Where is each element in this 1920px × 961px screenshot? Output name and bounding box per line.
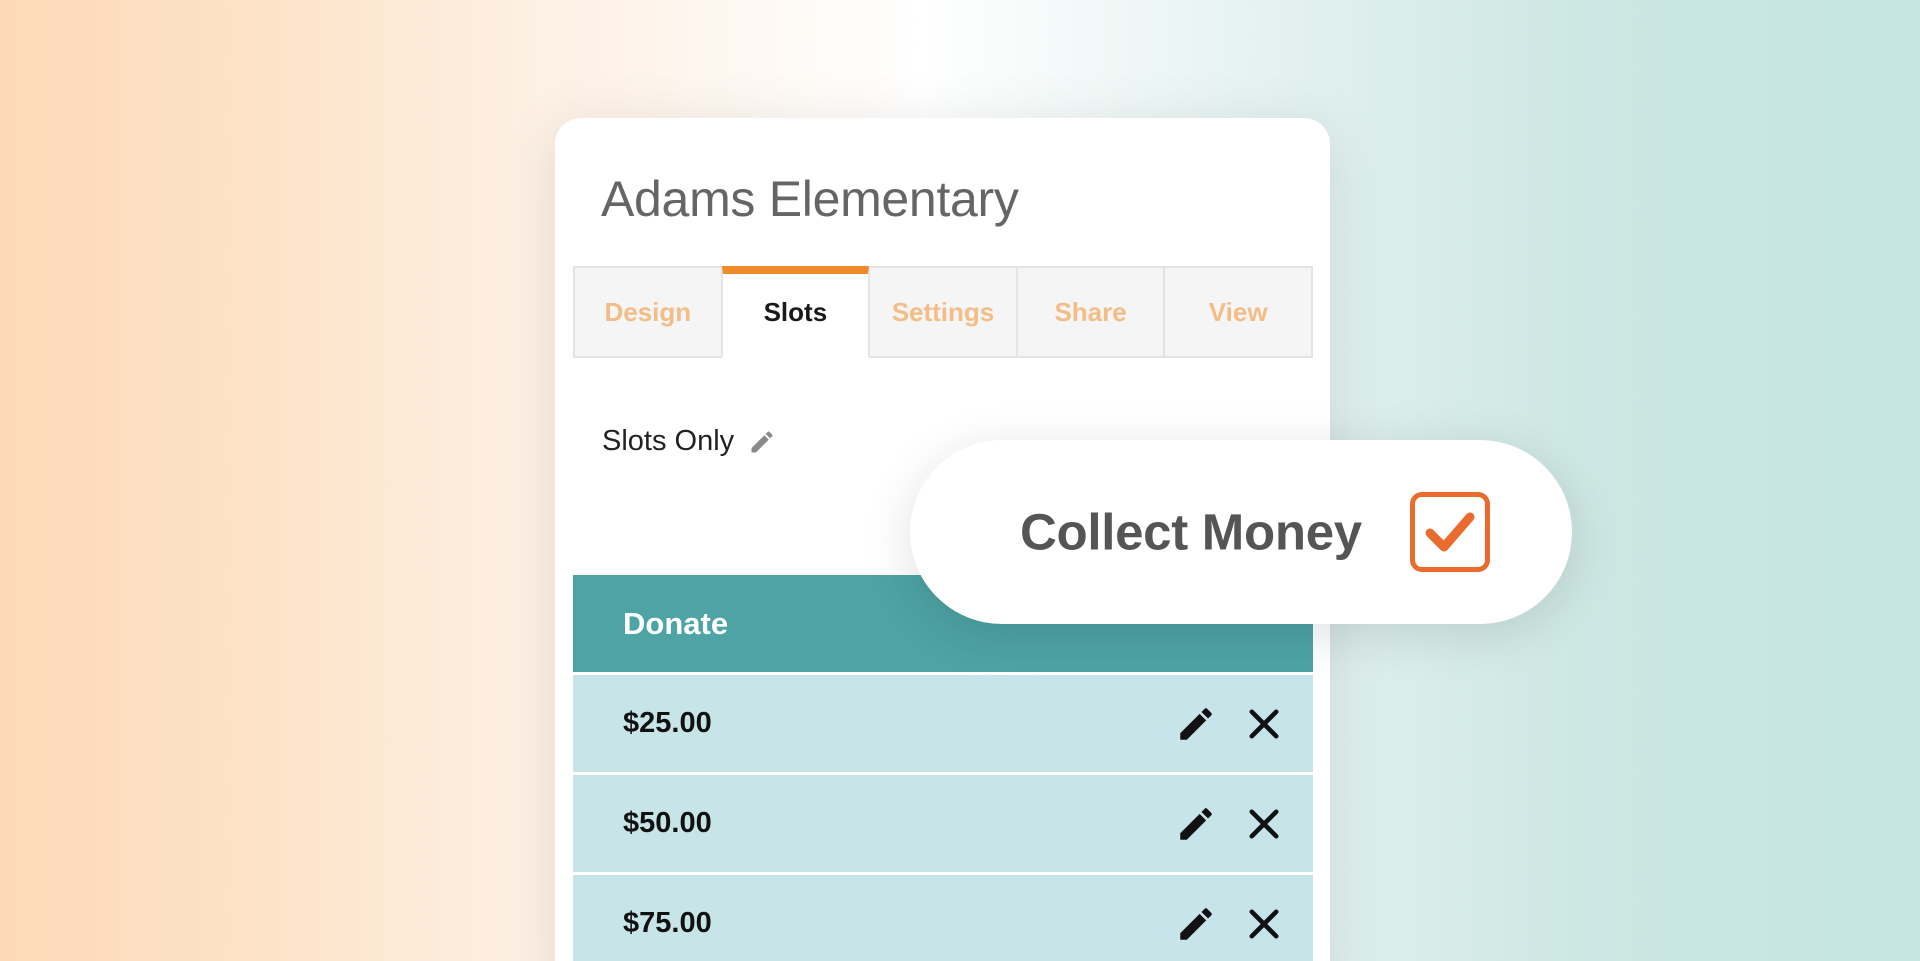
collect-money-label: Collect Money [1020, 503, 1362, 561]
row-amount: $50.00 [623, 807, 712, 839]
check-icon [1425, 512, 1475, 552]
table-row: $50.00 [573, 775, 1313, 872]
row-amount: $75.00 [623, 907, 712, 939]
tab-settings[interactable]: Settings [869, 266, 1017, 358]
slots-mode-label: Slots Only [602, 425, 735, 457]
pencil-icon[interactable] [1175, 703, 1217, 745]
table-row: $25.00 [573, 675, 1313, 772]
table-row: $75.00 [573, 875, 1313, 961]
tab-view[interactable]: View [1164, 266, 1313, 358]
tab-share[interactable]: Share [1016, 266, 1165, 358]
row-actions [1175, 903, 1285, 945]
tab-design[interactable]: Design [573, 266, 722, 358]
page-title: Adams Elementary [601, 171, 1019, 227]
collect-money-checkbox[interactable] [1410, 492, 1490, 572]
row-amount: $25.00 [623, 707, 712, 739]
collect-money-toggle[interactable]: Collect Money [910, 440, 1572, 624]
row-actions [1175, 703, 1285, 745]
close-icon[interactable] [1243, 903, 1285, 945]
tab-bar: Design Slots Settings Share View [573, 266, 1313, 358]
row-actions [1175, 803, 1285, 845]
close-icon[interactable] [1243, 703, 1285, 745]
donate-table: Donate $25.00 $50.00 $75.00 [573, 575, 1313, 961]
tab-slots[interactable]: Slots [721, 266, 870, 358]
pencil-icon[interactable] [1175, 903, 1217, 945]
close-icon[interactable] [1243, 803, 1285, 845]
slots-mode: Slots Only [602, 425, 776, 458]
pencil-icon[interactable] [1175, 803, 1217, 845]
pencil-icon[interactable] [748, 428, 776, 456]
